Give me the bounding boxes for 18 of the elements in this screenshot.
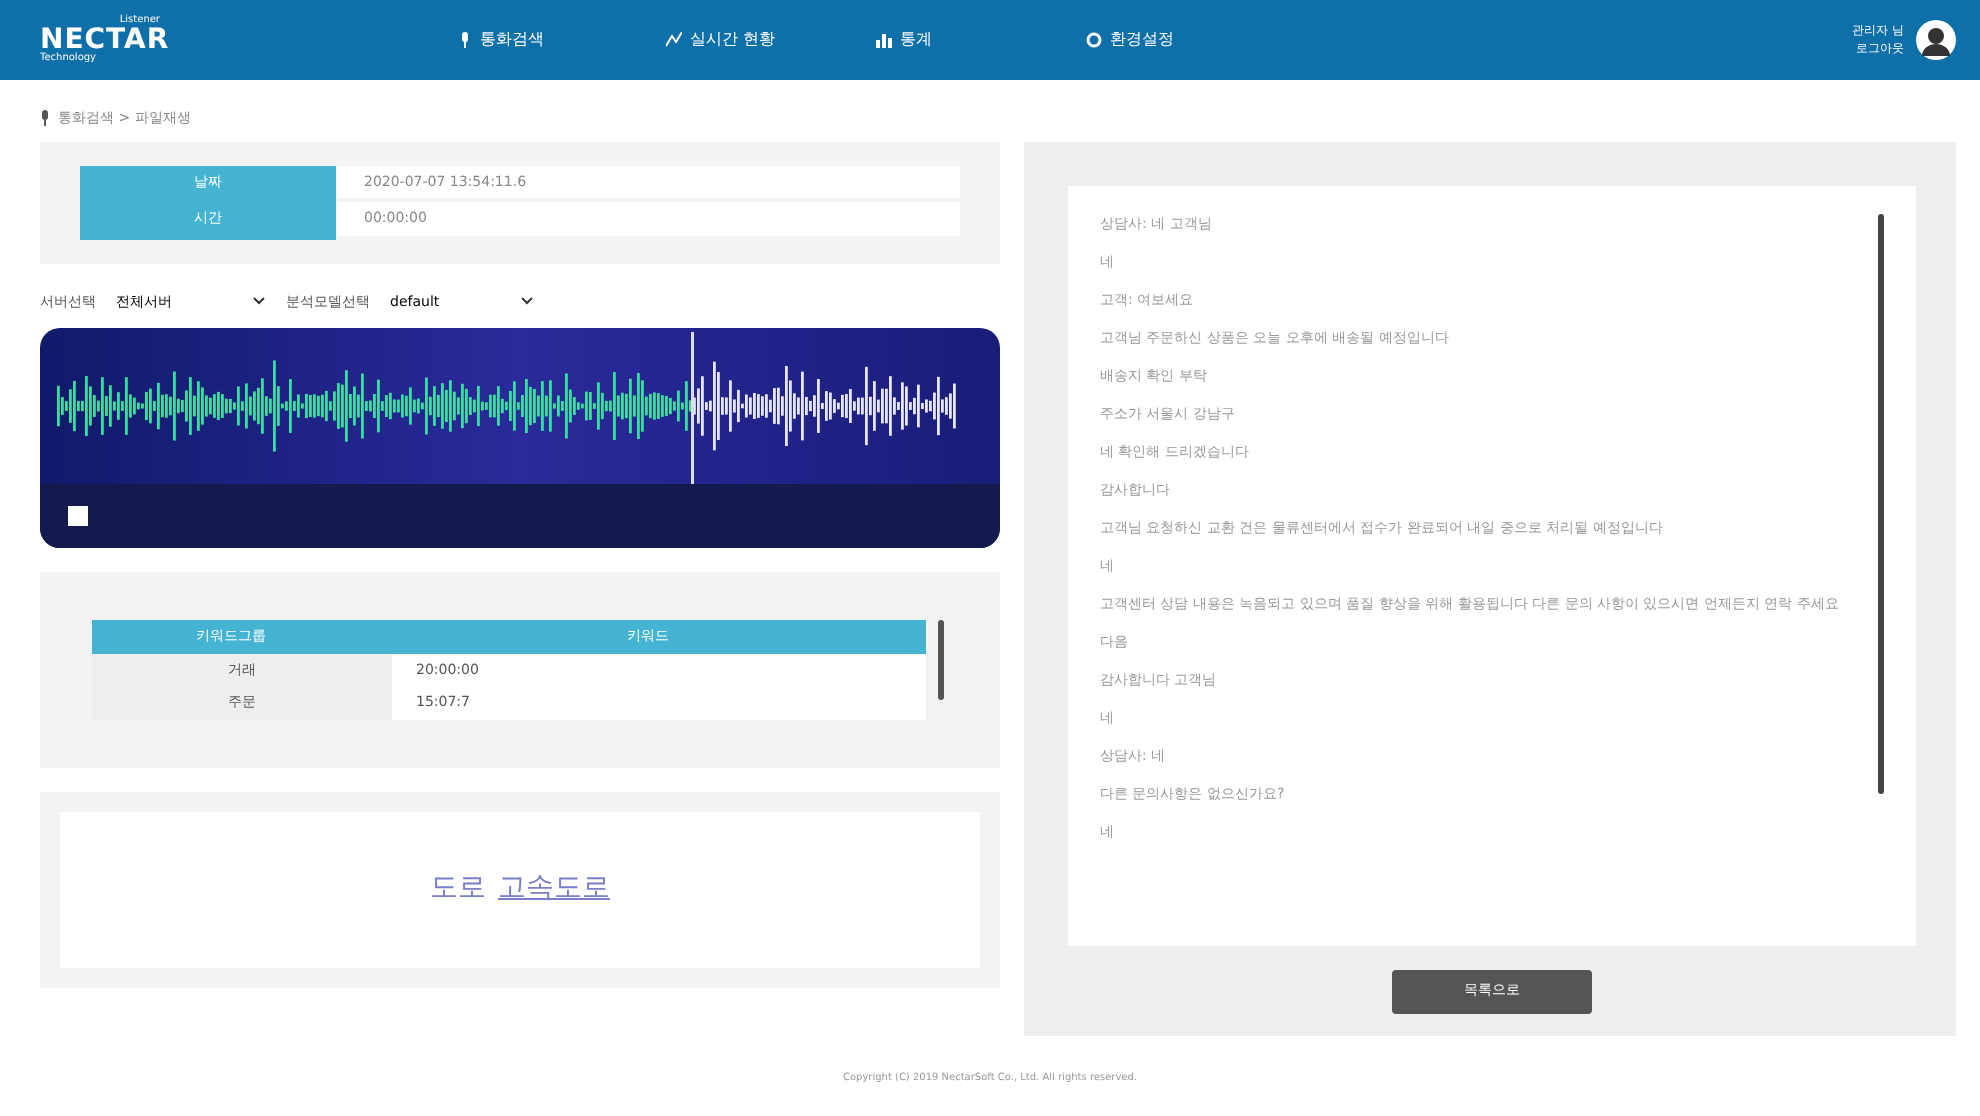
brand-logo[interactable]: NECTAR (40, 26, 440, 54)
gear-icon (1086, 32, 1102, 48)
nav-tab[interactable]: 실시간 현황 (650, 20, 860, 60)
nav-tab[interactable]: 통화검색 (440, 20, 650, 60)
chevron-down-icon (519, 296, 534, 307)
chevron-down-icon (252, 296, 266, 307)
stop-button[interactable] (68, 506, 88, 526)
line-chart-icon (666, 32, 682, 48)
keyword-text: 도로 (430, 870, 486, 908)
nav-tab[interactable]: 통계 (860, 20, 1070, 60)
bar-chart-icon (876, 32, 892, 48)
nav-tab[interactable]: 환경설정 (1070, 20, 1280, 60)
keyword-text: 고속도로 (498, 870, 610, 908)
microphone-icon (456, 32, 472, 48)
microphone-icon (40, 110, 50, 127)
scrollbar[interactable] (938, 620, 944, 700)
user-avatar-icon[interactable] (1916, 20, 1956, 60)
scrollbar[interactable] (1878, 213, 1884, 793)
